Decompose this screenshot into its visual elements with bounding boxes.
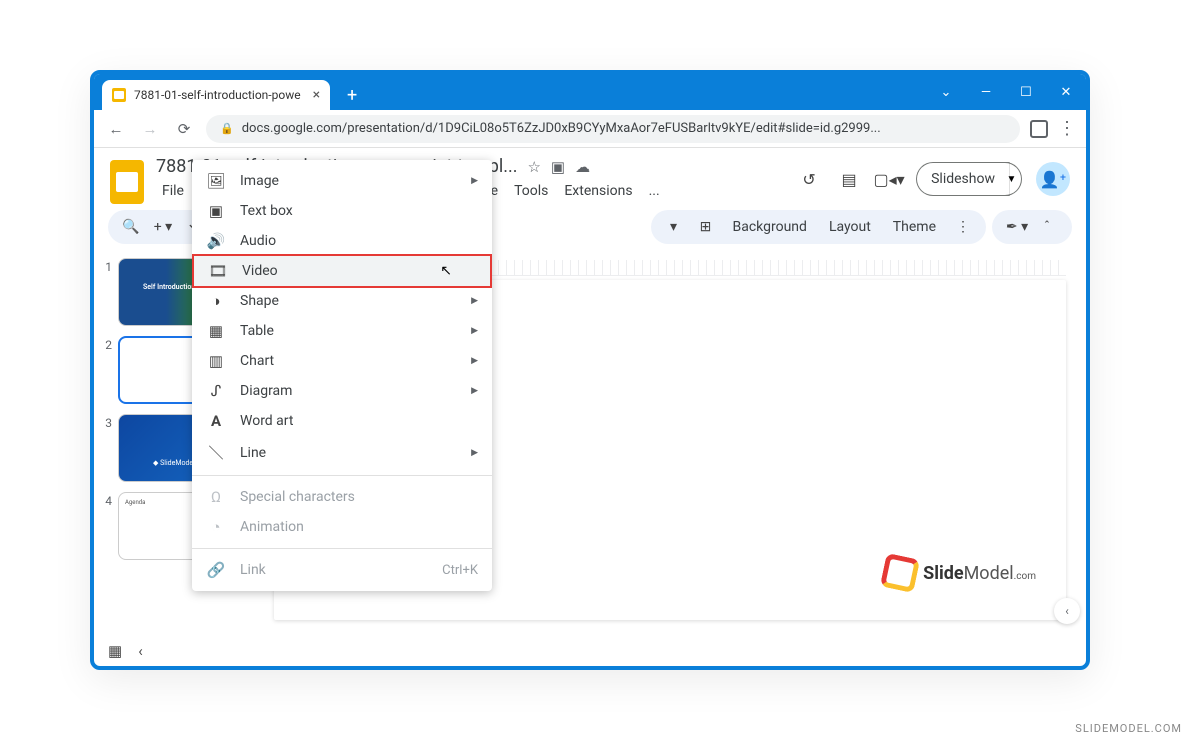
insert-line[interactable]: ＼Line▶	[192, 436, 492, 469]
thumb-number: 1	[102, 260, 112, 274]
move-icon[interactable]: ▣	[551, 158, 565, 176]
reload-icon[interactable]: ⟳	[172, 117, 196, 141]
theme-button[interactable]: Theme	[885, 215, 944, 239]
insert-shape[interactable]: ◑Shape▶	[192, 286, 492, 316]
chrome-menu-icon[interactable]: ⋮	[1058, 118, 1076, 139]
address-bar-row: ← → ⟳ 🔒 docs.google.com/presentation/d/1…	[94, 110, 1086, 148]
insert-table[interactable]: ▦Table▶	[192, 316, 492, 346]
grid-view-icon[interactable]: ▦	[108, 642, 122, 660]
window-controls: ⌄ — ☐ ✕	[926, 77, 1086, 107]
lock-icon: 🔒	[220, 122, 234, 135]
arrow-tool-icon[interactable]: ▾	[661, 214, 687, 240]
insert-textbox[interactable]: ▣Text box	[192, 196, 492, 226]
menu-tools[interactable]: Tools	[508, 181, 554, 201]
insert-diagram[interactable]: ᔑDiagram▶	[192, 376, 492, 406]
star-icon[interactable]: ☆	[527, 158, 540, 176]
insert-animation: ◔Animation	[192, 512, 492, 542]
slideshow-dropdown[interactable]: ▼	[996, 162, 1022, 196]
shape-icon: ◑	[206, 292, 226, 310]
new-slide-icon[interactable]: + ▾	[150, 214, 176, 240]
chart-icon: ▥	[206, 352, 226, 370]
animation-icon: ◔	[206, 518, 226, 536]
extensions-icon[interactable]	[1030, 120, 1048, 138]
search-icon[interactable]: 🔍	[118, 214, 144, 240]
tab-close-icon[interactable]: ×	[313, 87, 320, 103]
submenu-arrow-icon: ▶	[471, 448, 478, 458]
submenu-arrow-icon: ▶	[471, 296, 478, 306]
thumb-number: 3	[102, 416, 112, 430]
wordart-icon: A	[206, 412, 226, 430]
share-button[interactable]: 👤⁺	[1036, 162, 1070, 196]
line-icon: ＼	[206, 442, 226, 463]
page-watermark: SLIDEMODEL.COM	[1075, 722, 1182, 735]
more-tools-icon[interactable]: ⋮	[950, 214, 976, 240]
menu-separator	[192, 548, 492, 549]
insert-video[interactable]: 🎞Video↖	[192, 254, 492, 288]
insert-wordart[interactable]: AWord art	[192, 406, 492, 436]
maximize-icon[interactable]: ☐	[1006, 77, 1046, 107]
insert-link: 🔗LinkCtrl+K	[192, 555, 492, 585]
browser-titlebar: 7881-01-self-introduction-powe × + ⌄ — ☐…	[94, 74, 1086, 110]
textbox-tool-icon[interactable]: ⊞	[693, 214, 719, 240]
textbox-icon: ▣	[206, 202, 226, 220]
link-icon: 🔗	[206, 561, 226, 579]
diagram-icon: ᔑ	[206, 382, 226, 400]
table-icon: ▦	[206, 322, 226, 340]
menu-extensions[interactable]: Extensions	[558, 181, 638, 201]
address-bar[interactable]: 🔒 docs.google.com/presentation/d/1D9CiL0…	[206, 115, 1020, 143]
submenu-arrow-icon: ▶	[471, 386, 478, 396]
thumb-number: 4	[102, 494, 112, 508]
back-icon[interactable]: ←	[104, 117, 128, 141]
pointer-mode-icon[interactable]: ✒ ▾	[1004, 214, 1030, 240]
insert-image[interactable]: 🖼Image▶	[192, 166, 492, 196]
collapse-toolbar-icon[interactable]: ˆ	[1034, 214, 1060, 240]
audio-icon: 🔊	[206, 232, 226, 250]
collapse-panel-icon[interactable]: ‹	[1054, 598, 1080, 624]
slidemodel-ring-icon	[880, 553, 920, 593]
forward-icon[interactable]: →	[138, 117, 162, 141]
cloud-icon[interactable]: ☁	[575, 158, 590, 176]
menu-more[interactable]: ...	[643, 181, 666, 201]
shortcut-label: Ctrl+K	[442, 563, 478, 578]
insert-menu-dropdown: 🖼Image▶ ▣Text box 🔊Audio 🎞Video↖ ◑Shape▶…	[192, 160, 492, 591]
menu-file[interactable]: File	[156, 181, 190, 201]
prev-slide-icon[interactable]: ‹	[138, 642, 143, 660]
menu-separator	[192, 475, 492, 476]
submenu-arrow-icon: ▶	[471, 356, 478, 366]
thumb-number: 2	[102, 338, 112, 352]
cursor-icon: ↖	[440, 263, 452, 279]
insert-chart[interactable]: ▥Chart▶	[192, 346, 492, 376]
browser-tab[interactable]: 7881-01-self-introduction-powe ×	[102, 80, 330, 110]
submenu-arrow-icon: ▶	[471, 176, 478, 186]
image-icon: 🖼	[206, 172, 226, 190]
slidemodel-logo: SlideModel.com	[883, 556, 1036, 590]
layout-button[interactable]: Layout	[821, 215, 879, 239]
history-icon[interactable]: ↺	[796, 166, 822, 192]
minimize-icon[interactable]: —	[966, 77, 1006, 107]
chevron-down-icon[interactable]: ⌄	[926, 77, 966, 107]
submenu-arrow-icon: ▶	[471, 326, 478, 336]
video-icon: 🎞	[208, 262, 228, 280]
insert-special-chars: ΩSpecial characters	[192, 482, 492, 512]
tab-title: 7881-01-self-introduction-powe	[134, 88, 301, 102]
comments-icon[interactable]: ▤	[836, 166, 862, 192]
background-button[interactable]: Background	[725, 215, 815, 239]
insert-audio[interactable]: 🔊Audio	[192, 226, 492, 256]
new-tab-button[interactable]: +	[340, 83, 364, 107]
special-chars-icon: Ω	[206, 488, 226, 506]
meet-icon[interactable]: ▢◂▾	[876, 166, 902, 192]
close-icon[interactable]: ✕	[1046, 77, 1086, 107]
slides-favicon-icon	[112, 88, 126, 102]
url-text: docs.google.com/presentation/d/1D9CiL08o…	[242, 121, 881, 136]
slides-logo-icon[interactable]	[110, 160, 144, 204]
